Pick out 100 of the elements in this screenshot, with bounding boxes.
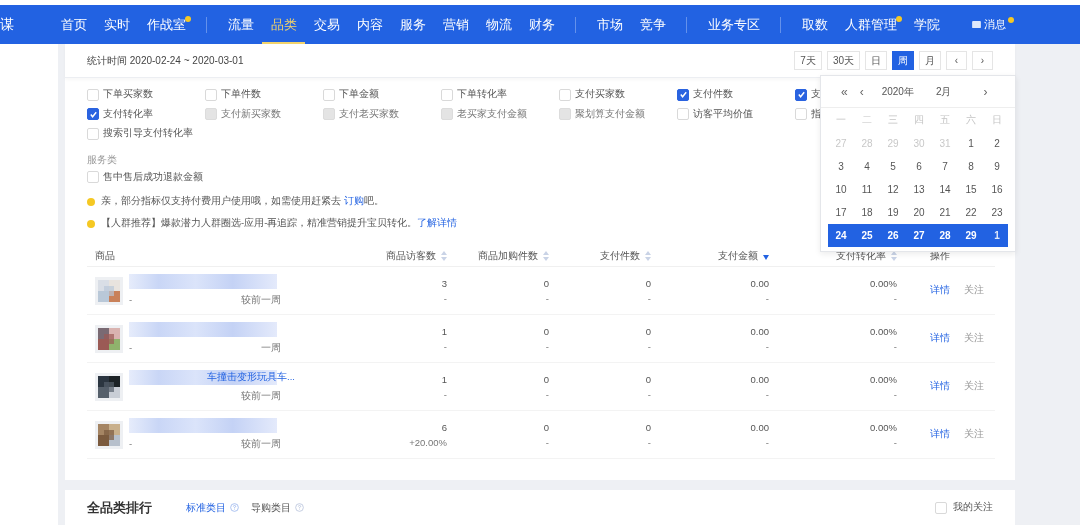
- nav-tab[interactable]: 交易: [305, 5, 348, 44]
- nav-tab[interactable]: 服务: [391, 5, 434, 44]
- calendar-day[interactable]: 24: [828, 230, 854, 241]
- calendar-day[interactable]: 17: [828, 207, 854, 218]
- nav-tab[interactable]: 首页: [52, 5, 95, 44]
- calendar-week[interactable]: 17 18 19 20 21 22 23: [828, 201, 1008, 224]
- calendar-day[interactable]: 9: [984, 161, 1010, 172]
- calendar-day[interactable]: 19: [880, 207, 906, 218]
- change-value: -: [545, 340, 549, 352]
- details-link[interactable]: 详情: [930, 332, 950, 345]
- calendar-day[interactable]: 27: [906, 230, 932, 241]
- range-button[interactable]: 周: [892, 51, 914, 70]
- calendar-day[interactable]: 3: [828, 161, 854, 172]
- table-cell: 0: [543, 325, 549, 337]
- month-select[interactable]: 2月: [935, 84, 952, 99]
- metric-label: 售中售后成功退款金额: [103, 170, 203, 184]
- calendar-day[interactable]: 23: [984, 207, 1010, 218]
- table-cell: 0.00: [750, 373, 769, 385]
- calendar-day[interactable]: 11: [854, 184, 880, 195]
- calendar-day[interactable]: 2: [984, 138, 1010, 149]
- category-tab[interactable]: 标准类目: [186, 500, 239, 515]
- calendar-day[interactable]: 1: [958, 138, 984, 149]
- range-button[interactable]: 7天: [794, 51, 822, 70]
- calendar-day[interactable]: 25: [854, 230, 880, 241]
- previous-year-button[interactable]: «: [835, 84, 854, 99]
- help-icon[interactable]: [230, 503, 239, 512]
- previous-button[interactable]: ‹: [946, 51, 967, 70]
- details-link[interactable]: 详情: [930, 428, 950, 441]
- help-icon[interactable]: [295, 503, 304, 512]
- nav-tab[interactable]: 取数: [793, 5, 836, 44]
- notice-link[interactable]: 了解详情: [417, 217, 458, 228]
- calendar-day[interactable]: 21: [932, 207, 958, 218]
- column-header[interactable]: 商品加购件数: [447, 249, 549, 263]
- nav-tab[interactable]: 人群管理: [836, 5, 905, 44]
- follow-link[interactable]: 关注: [964, 380, 984, 393]
- product-meta: -: [129, 342, 133, 355]
- calendar-day[interactable]: 10: [828, 184, 854, 195]
- details-link[interactable]: 详情: [930, 284, 950, 297]
- nav-tab[interactable]: 财务: [520, 5, 563, 44]
- nav-tab[interactable]: 物流: [477, 5, 520, 44]
- change-value: -: [647, 340, 651, 352]
- metric-label: 支付老买家数: [339, 107, 399, 121]
- calendar-day[interactable]: 12: [880, 184, 906, 195]
- range-button[interactable]: 日: [865, 51, 887, 70]
- follow-link[interactable]: 关注: [964, 428, 984, 441]
- change-value: -: [765, 340, 769, 352]
- next-month-button[interactable]: ›: [977, 84, 994, 99]
- column-header[interactable]: 商品访客数: [317, 249, 447, 263]
- calendar-day[interactable]: 26: [880, 230, 906, 241]
- checkbox[interactable]: [677, 88, 689, 101]
- follow-link[interactable]: 关注: [964, 284, 984, 297]
- calendar-week[interactable]: 10 11 12 13 14 15 16: [828, 178, 1008, 201]
- calendar-day[interactable]: 29: [958, 230, 984, 241]
- nav-tab[interactable]: 营销: [434, 5, 477, 44]
- table-cell: 0: [645, 421, 651, 433]
- calendar-day[interactable]: 15: [958, 184, 984, 195]
- product-link[interactable]: 车撞击变形玩具车...: [207, 371, 295, 384]
- checkbox[interactable]: [87, 108, 99, 121]
- table-cell: 0: [645, 277, 651, 289]
- calendar-day[interactable]: 1: [984, 230, 1010, 241]
- calendar-day[interactable]: 7: [932, 161, 958, 172]
- next-button[interactable]: ›: [972, 51, 993, 70]
- table-cell: 1: [441, 373, 447, 385]
- year-select[interactable]: 2020年: [881, 84, 914, 99]
- nav-tab[interactable]: 竞争: [631, 5, 674, 44]
- logo-text[interactable]: 谋: [0, 5, 52, 44]
- nav-tab[interactable]: 市场: [588, 5, 631, 44]
- calendar-day[interactable]: 22: [958, 207, 984, 218]
- column-header[interactable]: 支付件数: [549, 249, 651, 263]
- calendar-day[interactable]: 6: [906, 161, 932, 172]
- range-button[interactable]: 30天: [826, 51, 860, 70]
- nav-tab[interactable]: 内容: [348, 5, 391, 44]
- column-header[interactable]: 支付金额: [651, 249, 769, 263]
- metric-label: 支: [811, 88, 821, 102]
- calendar-day[interactable]: 8: [958, 161, 984, 172]
- checkbox[interactable]: [795, 88, 807, 101]
- messages-link[interactable]: 消息: [972, 5, 1012, 44]
- calendar-day[interactable]: 5: [880, 161, 906, 172]
- calendar-day[interactable]: 4: [854, 161, 880, 172]
- notice-link[interactable]: 订购: [343, 195, 364, 206]
- nav-tab[interactable]: 实时: [95, 5, 138, 44]
- calendar-day[interactable]: 14: [932, 184, 958, 195]
- calendar-day[interactable]: 18: [854, 207, 880, 218]
- nav-tab[interactable]: 作战室: [138, 5, 194, 44]
- category-tab[interactable]: 导购类目: [251, 500, 304, 515]
- calendar-day[interactable]: 20: [906, 207, 932, 218]
- change-value: -: [893, 388, 897, 400]
- nav-tab[interactable]: 学院: [905, 5, 948, 44]
- previous-month-button[interactable]: ‹: [853, 84, 870, 99]
- range-button[interactable]: 月: [919, 51, 941, 70]
- selected-week[interactable]: 24 25 26 27 28 29 1: [828, 224, 1008, 247]
- nav-tab[interactable]: 业务专区: [699, 5, 768, 44]
- calendar-day[interactable]: 28: [932, 230, 958, 241]
- nav-tab[interactable]: 流量: [219, 5, 262, 44]
- change-value: -: [545, 292, 549, 304]
- calendar-day[interactable]: 16: [984, 184, 1010, 195]
- follow-link[interactable]: 关注: [964, 332, 984, 345]
- calendar-day[interactable]: 13: [906, 184, 932, 195]
- calendar-week[interactable]: 3 4 5 6 7 8 9: [828, 155, 1008, 178]
- details-link[interactable]: 详情: [930, 380, 950, 393]
